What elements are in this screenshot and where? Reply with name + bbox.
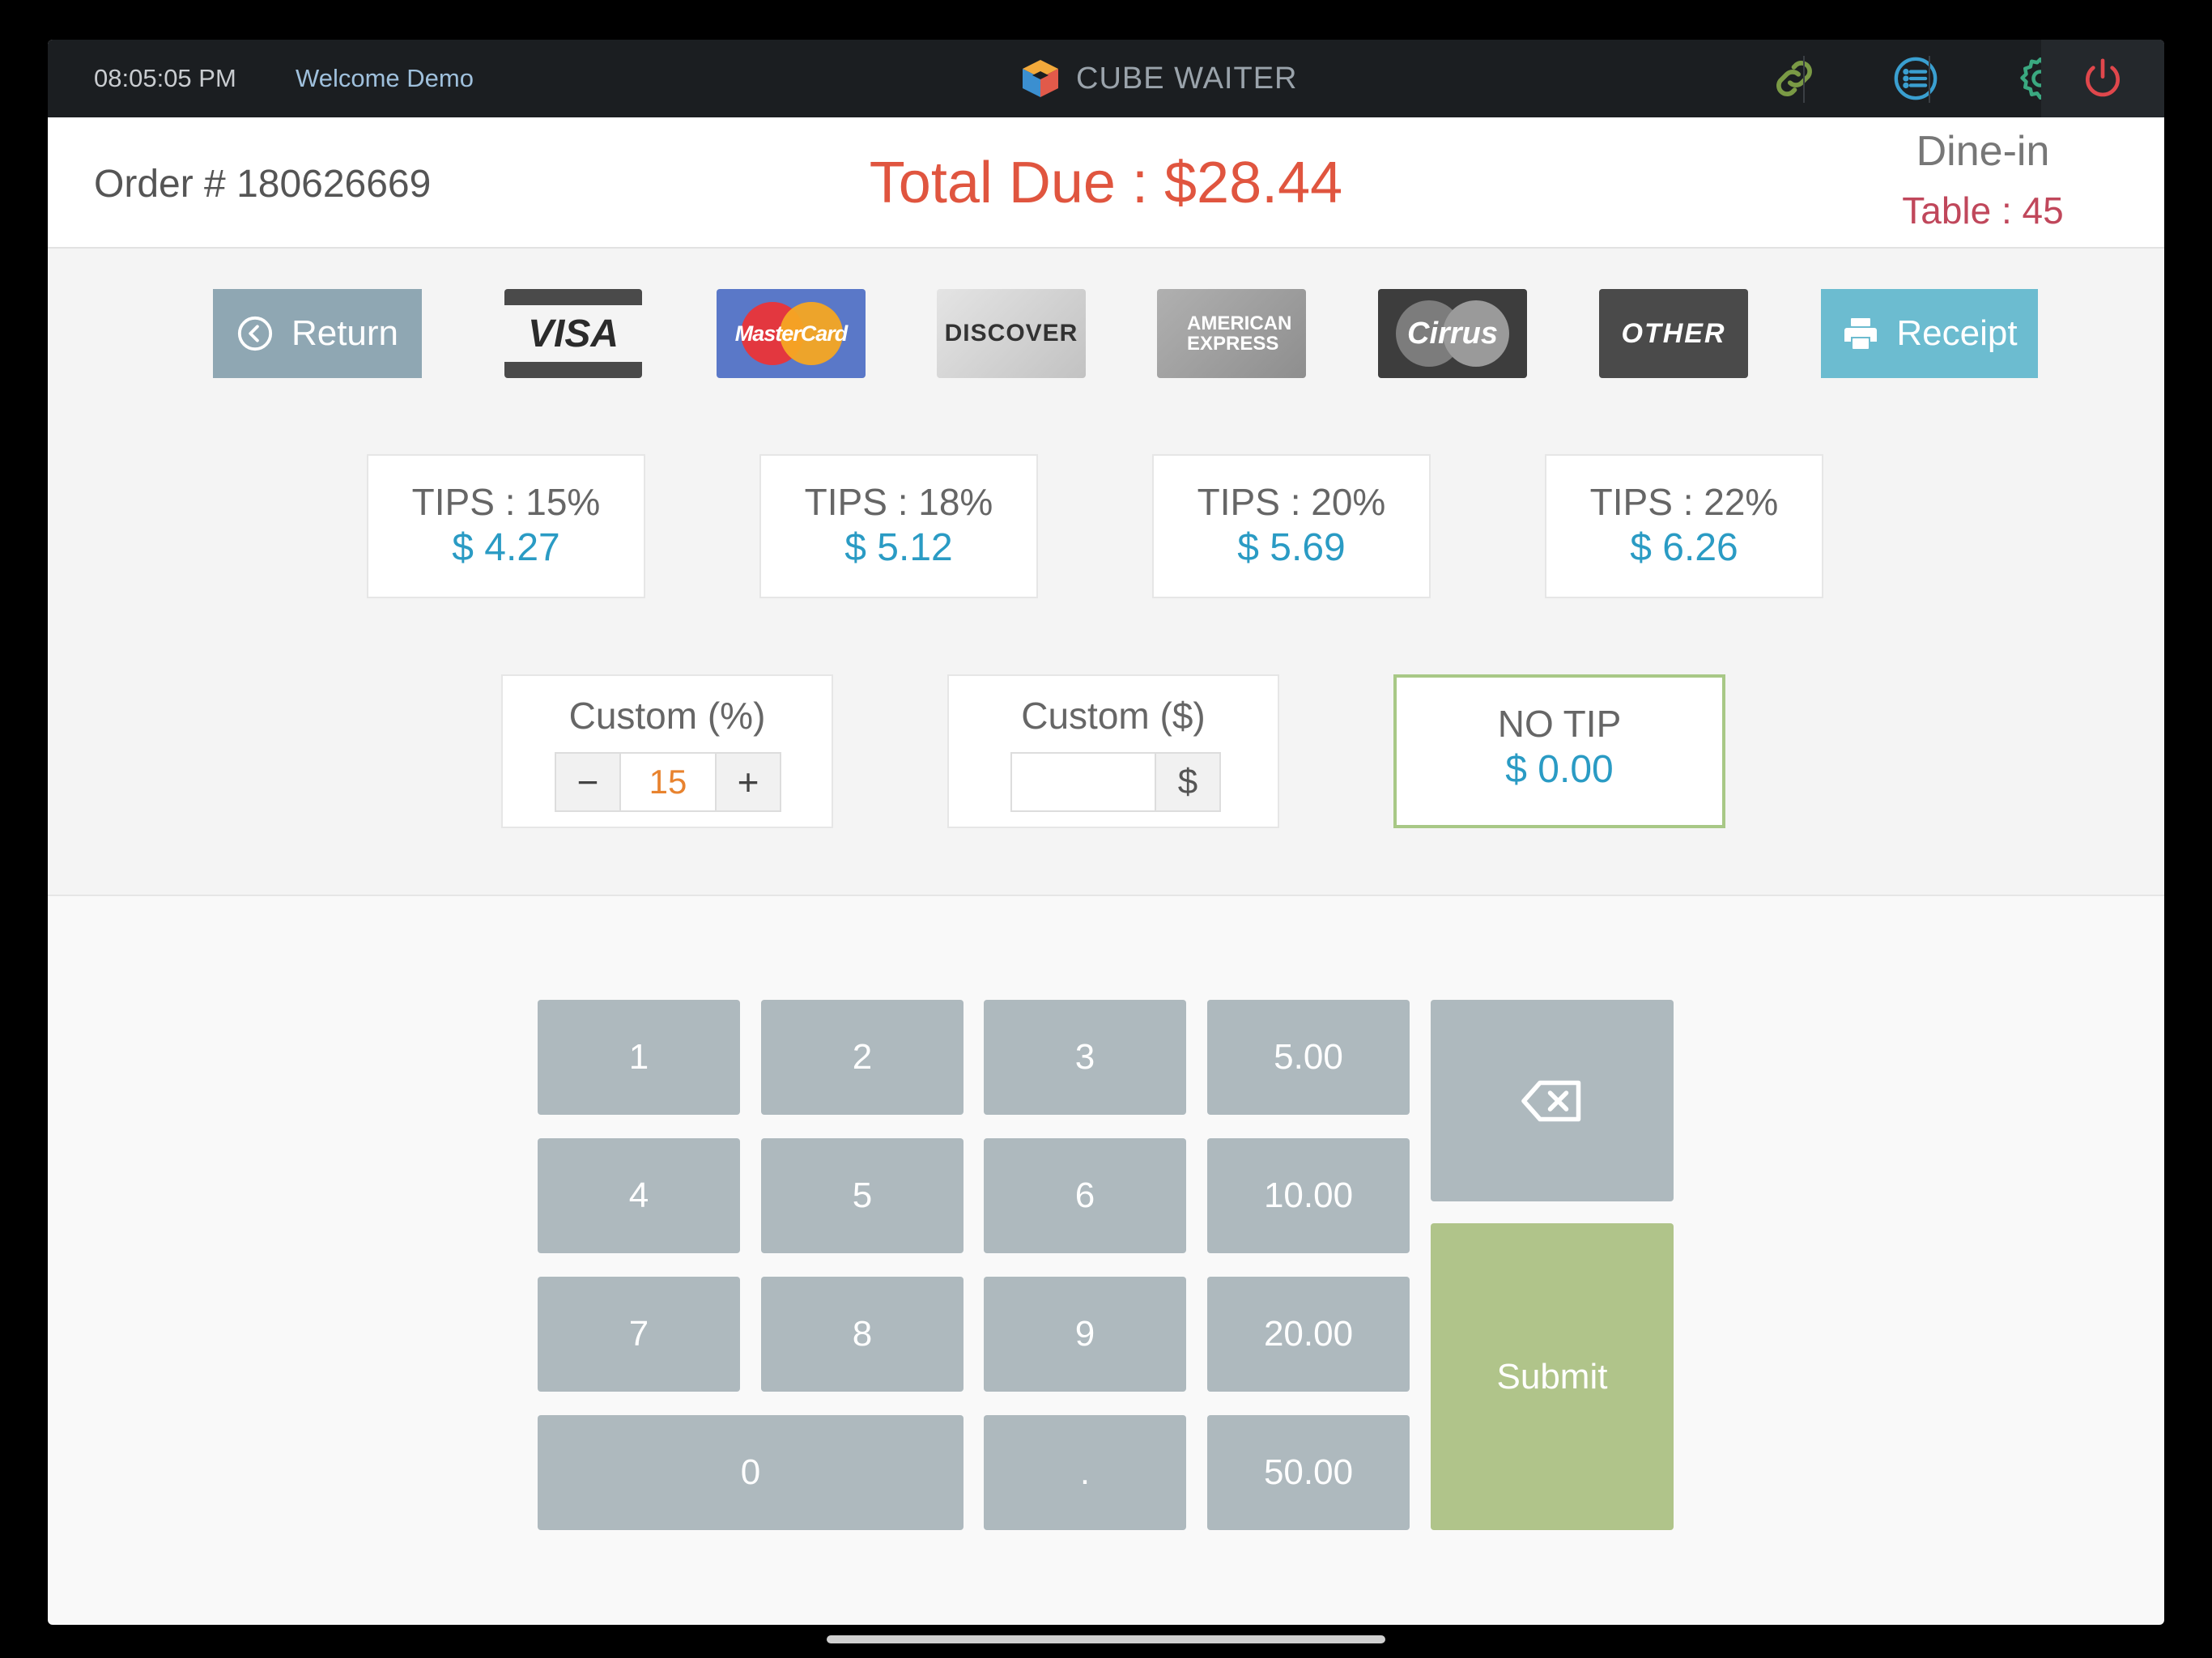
custom-dollar-input[interactable] <box>1010 752 1156 812</box>
key-3[interactable]: 3 <box>984 1000 1186 1115</box>
key-7[interactable]: 7 <box>538 1277 740 1392</box>
list-icon <box>1894 57 1938 100</box>
tip-20-button[interactable]: TIPS : 20% $ 5.69 <box>1152 454 1431 598</box>
tip-22-button[interactable]: TIPS : 22% $ 6.26 <box>1545 454 1823 598</box>
brand: CUBE WAITER <box>1019 57 1298 100</box>
cube-logo-icon <box>1023 60 1058 97</box>
key-5-00[interactable]: 5.00 <box>1207 1000 1410 1115</box>
custom-dollar-box: Custom ($) $ <box>947 674 1279 828</box>
custom-percent-title: Custom (%) <box>568 695 766 737</box>
order-header: Order # 180626669 Total Due : $28.44 Din… <box>48 117 2164 249</box>
custom-dollar-title: Custom ($) <box>1021 695 1206 737</box>
key-decimal[interactable]: . <box>984 1415 1186 1530</box>
tip-15-button[interactable]: TIPS : 15% $ 4.27 <box>367 454 645 598</box>
other-card-button[interactable]: OTHER <box>1599 289 1748 378</box>
custom-percent-box: Custom (%) − 15 + <box>501 674 833 828</box>
cirrus-card-button[interactable]: Cirrus <box>1378 289 1527 378</box>
link-icon <box>1776 61 1812 96</box>
order-list-button[interactable] <box>1855 40 1976 117</box>
custom-percent-value[interactable]: 15 <box>621 752 715 812</box>
no-tip-button[interactable]: NO TIP $ 0.00 <box>1393 674 1725 828</box>
key-6[interactable]: 6 <box>984 1138 1186 1253</box>
app-screen: 08:05:05 PM Welcome Demo CUBE WAITER Ord… <box>48 40 2164 1625</box>
link-button[interactable] <box>1733 40 1855 117</box>
key-2[interactable]: 2 <box>761 1000 963 1115</box>
power-icon <box>2086 58 2120 97</box>
printer-icon <box>1844 318 1878 349</box>
top-bar: 08:05:05 PM Welcome Demo CUBE WAITER <box>48 40 2164 117</box>
decrement-button[interactable]: − <box>555 752 621 812</box>
key-1[interactable]: 1 <box>538 1000 740 1115</box>
divider <box>1803 56 1805 103</box>
receipt-label: Receipt <box>1896 313 2018 353</box>
receipt-button[interactable]: Receipt <box>1821 289 2038 378</box>
app-name: CUBE WAITER <box>1076 61 1298 96</box>
mastercard-card-button[interactable]: MasterCard <box>717 289 866 378</box>
return-button[interactable]: Return <box>213 289 422 378</box>
dollar-addon: $ <box>1155 752 1221 812</box>
back-circle-icon <box>237 316 273 351</box>
increment-button[interactable]: + <box>715 752 781 812</box>
key-8[interactable]: 8 <box>761 1277 963 1392</box>
divider <box>1929 56 1930 103</box>
discover-card-button[interactable]: DISCOVER <box>937 289 1086 378</box>
key-20-00[interactable]: 20.00 <box>1207 1277 1410 1392</box>
table-number: Table : 45 <box>1902 189 2064 232</box>
tip-18-button[interactable]: TIPS : 18% $ 5.12 <box>759 454 1038 598</box>
order-type: Dine-in <box>1916 128 2050 175</box>
custom-percent-stepper: − 15 + <box>555 752 781 812</box>
amex-card-button[interactable]: AMERICAN EXPRESS <box>1157 289 1306 378</box>
key-4[interactable]: 4 <box>538 1138 740 1253</box>
key-9[interactable]: 9 <box>984 1277 1186 1392</box>
backspace-button[interactable] <box>1431 1000 1674 1201</box>
logout-button[interactable] <box>2041 40 2164 117</box>
key-0[interactable]: 0 <box>538 1415 963 1530</box>
submit-button[interactable]: Submit <box>1431 1223 1674 1530</box>
visa-card-button[interactable]: VISA <box>504 289 642 378</box>
welcome-text: Welcome Demo <box>296 64 474 92</box>
key-50-00[interactable]: 50.00 <box>1207 1415 1410 1530</box>
key-10-00[interactable]: 10.00 <box>1207 1138 1410 1253</box>
key-5[interactable]: 5 <box>761 1138 963 1253</box>
backspace-icon <box>1521 1080 1581 1121</box>
return-label: Return <box>291 313 399 353</box>
clock: 08:05:05 PM <box>94 64 236 92</box>
home-indicator <box>827 1635 1385 1643</box>
